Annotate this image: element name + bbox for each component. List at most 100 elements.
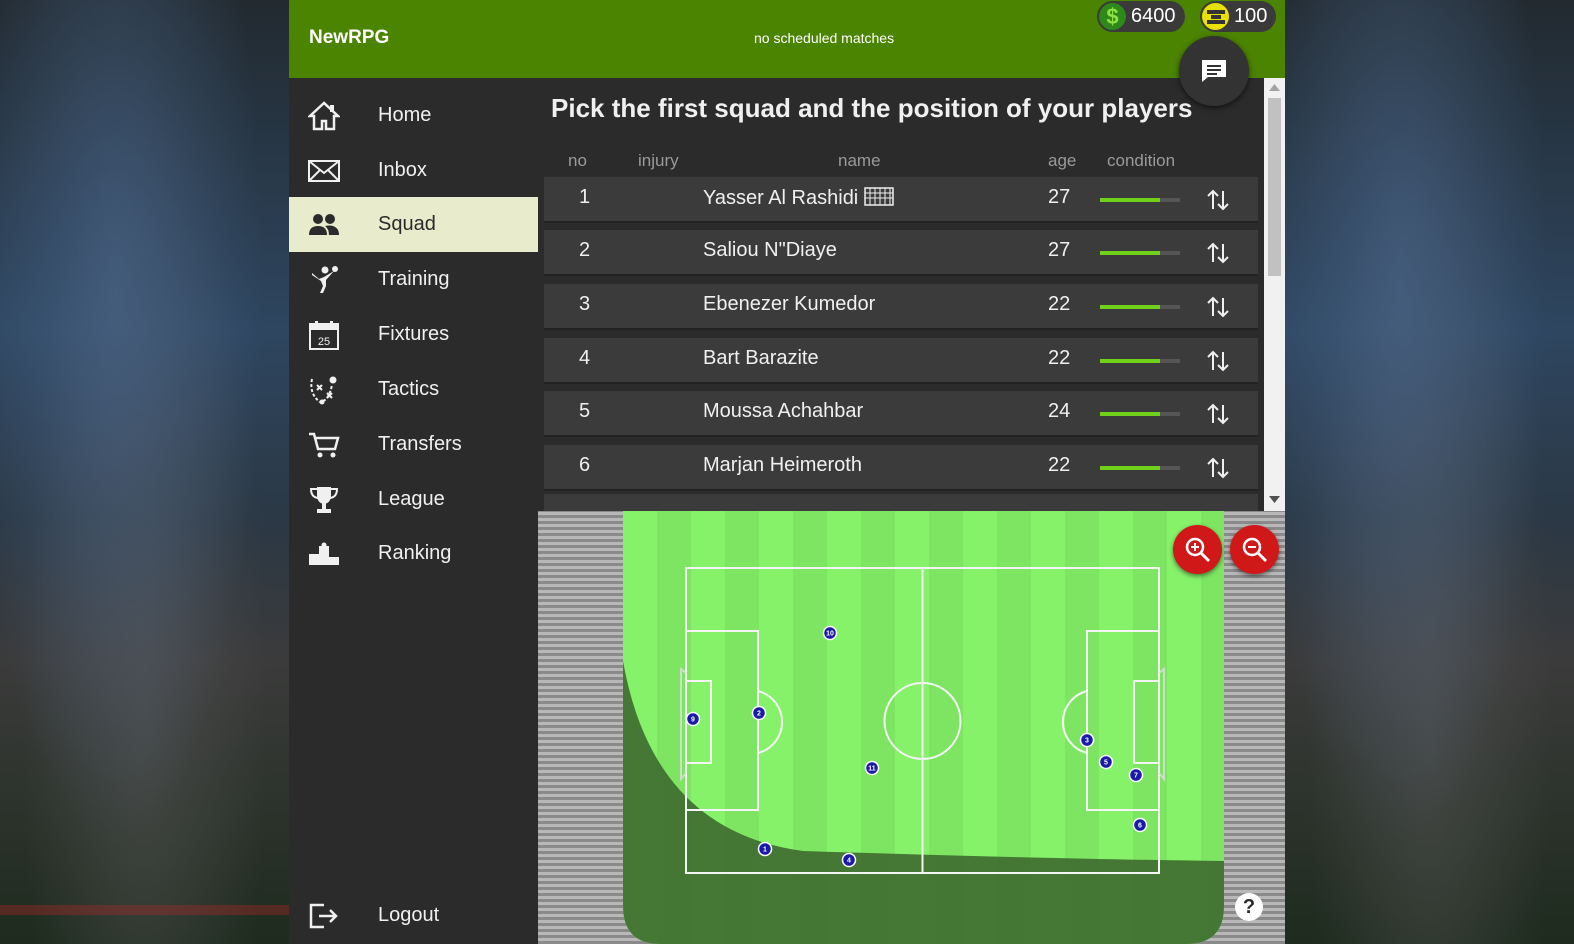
col-name[interactable]: name <box>838 151 881 171</box>
training-icon <box>307 263 341 297</box>
col-no[interactable]: no <box>568 151 587 171</box>
nav-training-label: Training <box>378 268 450 290</box>
nav-inbox-label: Inbox <box>378 159 427 181</box>
player-marker-number: 9 <box>691 717 695 724</box>
player-marker[interactable]: 7 <box>1128 767 1144 783</box>
nav-transfers-label: Transfers <box>378 433 462 455</box>
nav-league-label: League <box>378 488 445 510</box>
player-marker-number: 10 <box>826 631 834 638</box>
money-badge: $ 6400 <box>1097 1 1185 32</box>
goalkeeper-icon <box>864 187 894 206</box>
table-row[interactable]: 4 Bart Barazite 22 <box>544 338 1258 384</box>
condition-bar <box>1100 466 1180 470</box>
brand-title[interactable]: NewRPG <box>309 27 389 49</box>
condition-bar <box>1100 305 1180 309</box>
zoom-in-icon <box>1185 537 1210 562</box>
col-condition[interactable]: condition <box>1107 151 1175 171</box>
table-row[interactable]: 6 Marjan Heimeroth 22 <box>544 445 1258 491</box>
condition-bar <box>1100 251 1180 255</box>
swap-icon[interactable] <box>1206 401 1230 427</box>
nav-fixtures-label: Fixtures <box>378 323 450 345</box>
player-name[interactable]: Marjan Heimeroth <box>703 454 862 477</box>
nav-tactics[interactable]: Tactics <box>289 362 538 417</box>
player-marker-number: 11 <box>868 766 876 773</box>
table-row[interactable]: 2 Saliou N"Diaye 27 <box>544 230 1258 276</box>
nav-inbox[interactable]: Inbox <box>289 143 538 198</box>
table-row[interactable]: 1 Yasser Al Rashidi 27 <box>544 177 1258 223</box>
player-marker[interactable]: 2 <box>751 705 767 721</box>
player-marker[interactable]: 6 <box>1132 817 1148 833</box>
col-age[interactable]: age <box>1048 151 1076 171</box>
player-marker-number: 7 <box>1134 773 1138 780</box>
player-age: 24 <box>1048 400 1071 422</box>
tokens-badge: 100 <box>1200 1 1277 32</box>
player-name[interactable]: Moussa Achahbar <box>703 400 863 423</box>
player-marker[interactable]: 1 <box>757 841 773 857</box>
top-bar: NewRPG no scheduled matches $ 6400 100 <box>289 0 1285 78</box>
swap-icon[interactable] <box>1206 348 1230 374</box>
nav-ranking[interactable]: Ranking <box>289 526 538 581</box>
calendar-icon: 25 <box>307 318 341 352</box>
svg-text:25: 25 <box>318 336 330 348</box>
scroll-down-icon[interactable] <box>1269 496 1280 503</box>
swap-icon[interactable] <box>1206 455 1230 481</box>
player-number: 6 <box>579 454 591 476</box>
nav-ranking-label: Ranking <box>378 542 452 564</box>
chat-button[interactable] <box>1179 36 1249 106</box>
player-name[interactable]: Bart Barazite <box>703 347 819 370</box>
player-marker[interactable]: 9 <box>685 711 701 727</box>
home-icon <box>307 99 341 133</box>
swap-icon[interactable] <box>1206 187 1230 213</box>
col-injury[interactable]: injury <box>638 151 679 171</box>
player-number: 5 <box>579 400 591 422</box>
scroll-up-icon[interactable] <box>1269 84 1280 91</box>
nav-transfers[interactable]: Transfers <box>289 417 538 472</box>
player-marker-number: 3 <box>1085 738 1089 745</box>
table-row-partial[interactable] <box>544 494 1258 511</box>
envelope-icon <box>307 154 341 188</box>
sidebar: Home Inbox Squad Training 25 Fixtures Ta… <box>289 78 538 944</box>
player-number: 3 <box>579 293 591 315</box>
swap-icon[interactable] <box>1206 240 1230 266</box>
player-name[interactable]: Saliou N"Diaye <box>703 239 837 262</box>
player-marker[interactable]: 11 <box>864 760 880 776</box>
player-marker[interactable]: 3 <box>1079 732 1095 748</box>
player-marker[interactable]: 5 <box>1098 754 1114 770</box>
nav-home[interactable]: Home <box>289 88 538 143</box>
player-marker-number: 6 <box>1138 823 1142 830</box>
scroll-thumb[interactable] <box>1268 98 1281 276</box>
nav-logout[interactable]: Logout <box>289 888 538 943</box>
condition-bar <box>1100 412 1180 416</box>
chat-icon <box>1202 60 1226 82</box>
player-name[interactable]: Yasser Al Rashidi <box>703 186 894 210</box>
player-marker[interactable]: 10 <box>822 625 838 641</box>
nav-home-label: Home <box>378 104 432 126</box>
zoom-in-button[interactable] <box>1173 525 1222 574</box>
page-title: Pick the first squad and the position of… <box>551 93 1193 123</box>
nav-training[interactable]: Training <box>289 252 538 307</box>
player-age: 22 <box>1048 347 1071 369</box>
nav-squad[interactable]: Squad <box>289 197 538 252</box>
zoom-out-icon <box>1242 537 1267 562</box>
podium-icon <box>307 537 341 571</box>
background-left <box>0 0 289 944</box>
table-row[interactable]: 3 Ebenezer Kumedor 22 <box>544 284 1258 330</box>
scrollbar[interactable] <box>1264 78 1285 511</box>
player-name[interactable]: Ebenezer Kumedor <box>703 293 875 316</box>
swap-icon[interactable] <box>1206 294 1230 320</box>
player-marker[interactable]: 4 <box>841 852 857 868</box>
player-number: 4 <box>579 347 591 369</box>
pitch-svg: 1 2 3 4 5 6 7 9 10 11 <box>623 511 1224 944</box>
condition-bar <box>1100 359 1180 363</box>
table-row[interactable]: 5 Moussa Achahbar 24 <box>544 391 1258 437</box>
player-age: 22 <box>1048 454 1071 476</box>
player-age: 22 <box>1048 293 1071 315</box>
zoom-out-button[interactable] <box>1230 525 1279 574</box>
nav-league[interactable]: League <box>289 472 538 527</box>
nav-fixtures[interactable]: 25 Fixtures <box>289 307 538 362</box>
token-icon <box>1202 3 1229 30</box>
background-right <box>1285 0 1574 944</box>
player-age: 27 <box>1048 239 1071 261</box>
app-window: NewRPG no scheduled matches $ 6400 100 H… <box>289 0 1285 944</box>
help-button[interactable]: ? <box>1235 893 1263 921</box>
